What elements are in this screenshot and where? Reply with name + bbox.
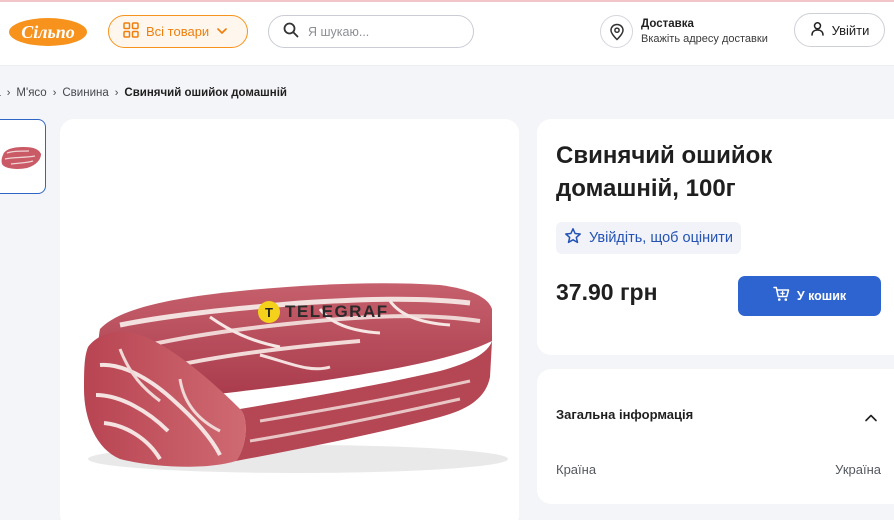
search-icon [283,22,299,42]
search-input[interactable] [308,24,458,39]
breadcrumb: на › М'ясо › Свинина › Свинячий ошийок д… [0,85,287,101]
breadcrumb-chevron-icon: › [114,87,119,99]
breadcrumb-item-pork[interactable]: Свинина [62,87,108,99]
chevron-down-icon [216,22,228,41]
logo-text: Сільпо [21,22,74,42]
site-header: Сільпо Всі товари Доставка Вкажіть ад [0,2,894,66]
location-pin-icon [600,15,633,48]
delivery-title: Доставка [641,18,694,30]
watermark-logo-icon: T [258,301,280,323]
breadcrumb-item-meat[interactable]: М'ясо [16,87,46,99]
search-box[interactable] [268,15,474,48]
breadcrumb-chevron-icon: › [52,87,57,99]
info-row-key: Країна [556,462,597,477]
all-goods-button[interactable]: Всі товари [108,15,248,48]
product-image-card: T TELEGRAF [60,119,519,520]
watermark-text: TELEGRAF [285,302,389,321]
info-row-value: Україна [835,462,881,477]
general-info-card: Загальна інформація Країна Україна [537,369,894,504]
rate-login-button[interactable]: Увійдіть, щоб оцінити [556,222,741,254]
logo-graphic: Сільпо [9,18,87,46]
rate-label: Увійдіть, щоб оцінити [589,230,733,246]
delivery-subtitle: Вкажіть адресу доставки [641,33,768,45]
login-button[interactable]: Увійти [794,13,885,47]
all-goods-label: Всі товари [146,24,210,39]
breadcrumb-chevron-icon: › [6,87,11,99]
thumbnail-meat-image [1,147,42,169]
breadcrumb-current: Свинячий ошийок домашній [124,87,287,99]
cart-icon [773,286,790,306]
product-title: Свинячий ошийок домашній, 100г [556,142,773,202]
telegraf-watermark: T TELEGRAF [258,301,389,323]
general-info-title[interactable]: Загальна інформація [556,407,693,422]
star-icon [564,227,582,249]
product-price: 37.90 грн [556,279,658,305]
product-thumbnail[interactable] [0,119,46,194]
add-to-cart-button[interactable]: У кошик [738,276,881,316]
product-info-card: Свинячий ошийок домашній, 100г Увійдіть,… [537,119,894,355]
delivery-selector[interactable]: Доставка Вкажіть адресу доставки [600,15,768,48]
chevron-up-icon[interactable] [864,409,878,428]
user-icon [810,21,825,40]
silpo-logo[interactable]: Сільпо [8,14,88,48]
add-to-cart-label: У кошик [796,289,847,303]
grid-icon [123,21,139,42]
delivery-text: Доставка Вкажіть адресу доставки [641,18,768,45]
login-label: Увійти [831,22,870,38]
breadcrumb-item-home[interactable]: на [0,87,1,99]
